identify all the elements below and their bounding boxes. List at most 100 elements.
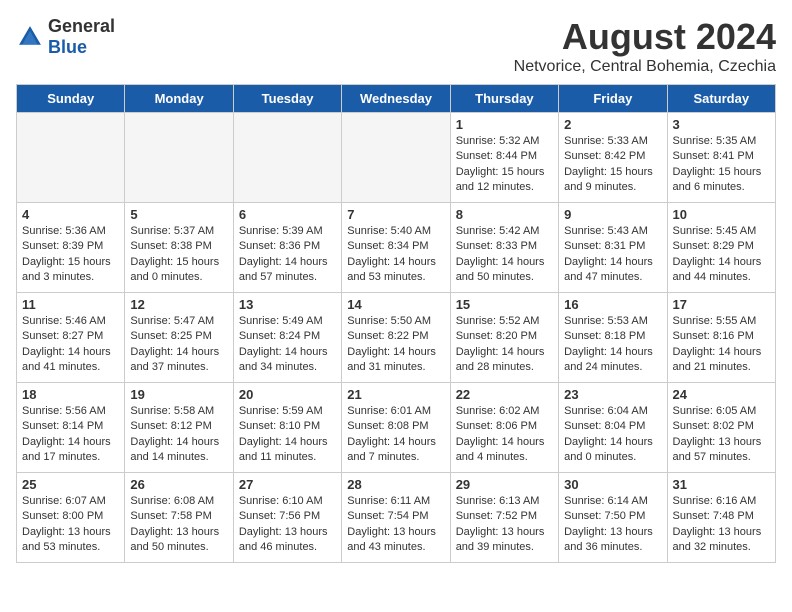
day-info: Sunrise: 5:43 AMSunset: 8:31 PMDaylight:… — [564, 224, 661, 286]
day-number: 18 — [22, 387, 119, 402]
calendar-cell: 27 Sunrise: 6:10 AMSunset: 7:56 PMDayligh… — [233, 473, 341, 563]
calendar-cell — [17, 113, 125, 203]
day-number: 19 — [130, 387, 227, 402]
calendar-week-3: 11Sunrise: 5:46 AMSunset: 8:27 PMDayligh… — [17, 293, 776, 383]
day-header-wednesday: Wednesday — [342, 85, 450, 113]
calendar-cell: 30 Sunrise: 6:14 AMSunset: 7:50 PMDayligh… — [559, 473, 667, 563]
calendar-cell: 4 Sunrise: 5:36 AMSunset: 8:39 PMDaylight… — [17, 203, 125, 293]
day-number: 3 — [673, 117, 770, 132]
day-header-sunday: Sunday — [17, 85, 125, 113]
day-info: Sunrise: 5:40 AMSunset: 8:34 PMDaylight:… — [347, 224, 444, 286]
logo-text: General Blue — [48, 16, 115, 58]
calendar-cell: 10 Sunrise: 5:45 AMSunset: 8:29 PMDayligh… — [667, 203, 775, 293]
day-number: 10 — [673, 207, 770, 222]
day-info: Sunrise: 6:10 AMSunset: 7:56 PMDaylight:… — [239, 494, 336, 556]
calendar-cell: 14 Sunrise: 5:50 AMSunset: 8:22 PMDayligh… — [342, 293, 450, 383]
calendar-cell: 6 Sunrise: 5:39 AMSunset: 8:36 PMDaylight… — [233, 203, 341, 293]
month-title: August 2024 — [514, 16, 776, 58]
title-area: August 2024 Netvorice, Central Bohemia, … — [514, 16, 776, 76]
day-info: Sunrise: 5:50 AMSunset: 8:22 PMDaylight:… — [347, 314, 444, 376]
calendar-cell: 18 Sunrise: 5:56 AMSunset: 8:14 PMDayligh… — [17, 383, 125, 473]
calendar-header-row: SundayMondayTuesdayWednesdayThursdayFrid… — [17, 85, 776, 113]
day-number: 7 — [347, 207, 444, 222]
day-info: Sunrise: 6:07 AMSunset: 8:00 PMDaylight:… — [22, 494, 119, 556]
day-number: 26 — [130, 477, 227, 492]
calendar-cell: 19 Sunrise: 5:58 AMSunset: 8:12 PMDayligh… — [125, 383, 233, 473]
location-title: Netvorice, Central Bohemia, Czechia — [514, 58, 776, 76]
day-number: 29 — [456, 477, 553, 492]
day-info: Sunrise: 5:52 AMSunset: 8:20 PMDaylight:… — [456, 314, 553, 376]
day-number: 12 — [130, 297, 227, 312]
calendar-cell: 20 Sunrise: 5:59 AMSunset: 8:10 PMDayligh… — [233, 383, 341, 473]
day-number: 20 — [239, 387, 336, 402]
day-header-friday: Friday — [559, 85, 667, 113]
day-info: Sunrise: 6:11 AMSunset: 7:54 PMDaylight:… — [347, 494, 444, 556]
day-number: 16 — [564, 297, 661, 312]
day-info: Sunrise: 5:32 AMSunset: 8:44 PMDaylight:… — [456, 134, 553, 196]
calendar-cell: 15 Sunrise: 5:52 AMSunset: 8:20 PMDayligh… — [450, 293, 558, 383]
calendar-cell: 22 Sunrise: 6:02 AMSunset: 8:06 PMDayligh… — [450, 383, 558, 473]
day-number: 15 — [456, 297, 553, 312]
day-info: Sunrise: 5:37 AMSunset: 8:38 PMDaylight:… — [130, 224, 227, 286]
day-info: Sunrise: 6:13 AMSunset: 7:52 PMDaylight:… — [456, 494, 553, 556]
day-info: Sunrise: 5:36 AMSunset: 8:39 PMDaylight:… — [22, 224, 119, 286]
calendar-cell: 23Sunrise: 6:04 AMSunset: 8:04 PMDayligh… — [559, 383, 667, 473]
day-info: Sunrise: 6:01 AMSunset: 8:08 PMDaylight:… — [347, 404, 444, 466]
calendar-cell: 31 Sunrise: 6:16 AMSunset: 7:48 PMDayligh… — [667, 473, 775, 563]
calendar-cell: 9 Sunrise: 5:43 AMSunset: 8:31 PMDaylight… — [559, 203, 667, 293]
calendar-cell — [125, 113, 233, 203]
day-info: Sunrise: 5:55 AMSunset: 8:16 PMDaylight:… — [673, 314, 770, 376]
day-number: 14 — [347, 297, 444, 312]
calendar-week-2: 4 Sunrise: 5:36 AMSunset: 8:39 PMDaylight… — [17, 203, 776, 293]
calendar-cell — [342, 113, 450, 203]
day-number: 22 — [456, 387, 553, 402]
day-header-monday: Monday — [125, 85, 233, 113]
day-number: 9 — [564, 207, 661, 222]
day-info: Sunrise: 5:56 AMSunset: 8:14 PMDaylight:… — [22, 404, 119, 466]
day-number: 25 — [22, 477, 119, 492]
day-info: Sunrise: 6:16 AMSunset: 7:48 PMDaylight:… — [673, 494, 770, 556]
day-info: Sunrise: 6:05 AMSunset: 8:02 PMDaylight:… — [673, 404, 770, 466]
day-info: Sunrise: 5:33 AMSunset: 8:42 PMDaylight:… — [564, 134, 661, 196]
day-number: 17 — [673, 297, 770, 312]
day-number: 11 — [22, 297, 119, 312]
day-info: Sunrise: 5:42 AMSunset: 8:33 PMDaylight:… — [456, 224, 553, 286]
calendar-cell: 11Sunrise: 5:46 AMSunset: 8:27 PMDayligh… — [17, 293, 125, 383]
calendar-cell: 21Sunrise: 6:01 AMSunset: 8:08 PMDayligh… — [342, 383, 450, 473]
calendar-cell: 29 Sunrise: 6:13 AMSunset: 7:52 PMDayligh… — [450, 473, 558, 563]
day-info: Sunrise: 5:39 AMSunset: 8:36 PMDaylight:… — [239, 224, 336, 286]
calendar-cell: 8Sunrise: 5:42 AMSunset: 8:33 PMDaylight… — [450, 203, 558, 293]
calendar-week-1: 1 Sunrise: 5:32 AMSunset: 8:44 PMDaylight… — [17, 113, 776, 203]
calendar-cell: 2Sunrise: 5:33 AMSunset: 8:42 PMDaylight… — [559, 113, 667, 203]
day-info: Sunrise: 6:02 AMSunset: 8:06 PMDaylight:… — [456, 404, 553, 466]
day-number: 5 — [130, 207, 227, 222]
day-info: Sunrise: 5:53 AMSunset: 8:18 PMDaylight:… — [564, 314, 661, 376]
calendar-cell: 17 Sunrise: 5:55 AMSunset: 8:16 PMDayligh… — [667, 293, 775, 383]
calendar-cell — [233, 113, 341, 203]
day-info: Sunrise: 5:47 AMSunset: 8:25 PMDaylight:… — [130, 314, 227, 376]
calendar-cell: 28 Sunrise: 6:11 AMSunset: 7:54 PMDayligh… — [342, 473, 450, 563]
calendar-cell: 25 Sunrise: 6:07 AMSunset: 8:00 PMDayligh… — [17, 473, 125, 563]
day-number: 1 — [456, 117, 553, 132]
calendar-week-4: 18 Sunrise: 5:56 AMSunset: 8:14 PMDayligh… — [17, 383, 776, 473]
day-header-tuesday: Tuesday — [233, 85, 341, 113]
calendar-cell: 5 Sunrise: 5:37 AMSunset: 8:38 PMDaylight… — [125, 203, 233, 293]
calendar-cell: 13Sunrise: 5:49 AMSunset: 8:24 PMDayligh… — [233, 293, 341, 383]
logo-icon — [16, 23, 44, 51]
calendar-cell: 3Sunrise: 5:35 AMSunset: 8:41 PMDaylight… — [667, 113, 775, 203]
day-info: Sunrise: 5:59 AMSunset: 8:10 PMDaylight:… — [239, 404, 336, 466]
day-info: Sunrise: 6:14 AMSunset: 7:50 PMDaylight:… — [564, 494, 661, 556]
day-info: Sunrise: 5:45 AMSunset: 8:29 PMDaylight:… — [673, 224, 770, 286]
day-number: 28 — [347, 477, 444, 492]
day-number: 31 — [673, 477, 770, 492]
day-number: 6 — [239, 207, 336, 222]
calendar-cell: 16 Sunrise: 5:53 AMSunset: 8:18 PMDayligh… — [559, 293, 667, 383]
day-number: 27 — [239, 477, 336, 492]
day-number: 30 — [564, 477, 661, 492]
day-number: 4 — [22, 207, 119, 222]
page-header: General Blue August 2024 Netvorice, Cent… — [16, 16, 776, 76]
calendar-table: SundayMondayTuesdayWednesdayThursdayFrid… — [16, 84, 776, 563]
day-info: Sunrise: 5:58 AMSunset: 8:12 PMDaylight:… — [130, 404, 227, 466]
calendar-cell: 12 Sunrise: 5:47 AMSunset: 8:25 PMDayligh… — [125, 293, 233, 383]
calendar-cell: 26Sunrise: 6:08 AMSunset: 7:58 PMDayligh… — [125, 473, 233, 563]
